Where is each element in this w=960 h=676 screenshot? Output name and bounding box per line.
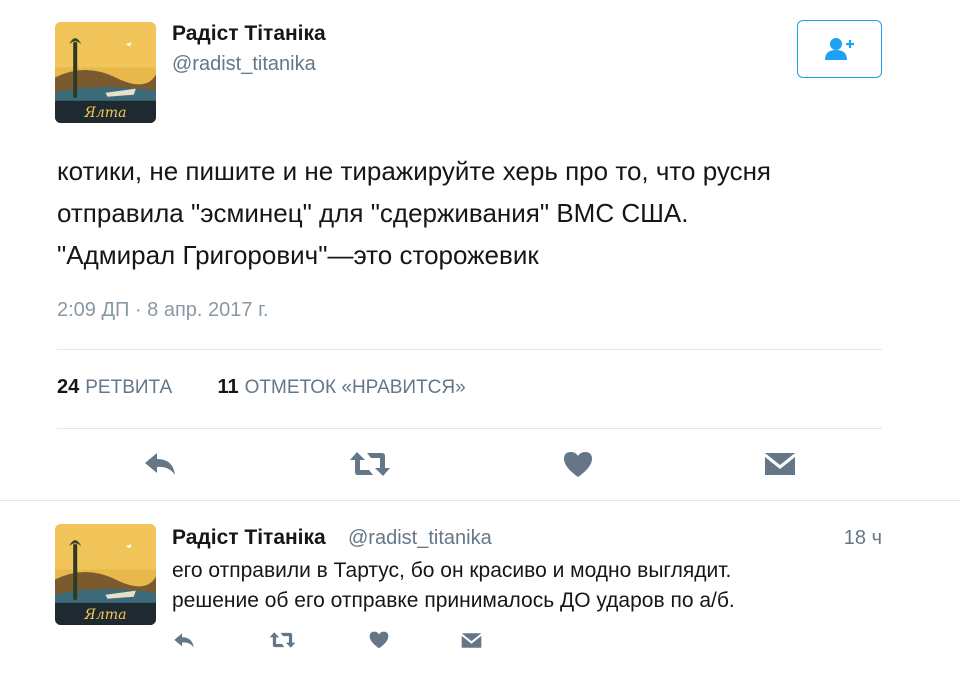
follow-button[interactable]: [797, 20, 882, 78]
reply-icon: [174, 632, 194, 648]
avatar-image: Ялта: [55, 524, 156, 625]
reply-text-line: решение об его отправке принималось ДО у…: [172, 589, 735, 612]
reply-author-name[interactable]: Радіст Тітаніка: [172, 526, 326, 550]
reply-icon: [145, 453, 175, 475]
tweet-timestamp[interactable]: 2:09 ДП · 8 апр. 2017 г.: [57, 299, 269, 322]
reply-retweet-button[interactable]: [266, 628, 298, 652]
avatar-image: Ялта: [55, 22, 156, 123]
svg-text:Ялта: Ялта: [83, 105, 126, 121]
svg-text:Ялта: Ялта: [83, 607, 126, 623]
like-icon: [369, 631, 389, 649]
retweets-label: РЕТВИТА: [85, 377, 173, 398]
divider: [0, 500, 960, 501]
message-icon: [461, 632, 481, 648]
reply-text-line: его отправили в Тартус, бо он красиво и …: [172, 559, 732, 582]
tweet-text-line: "Адмирал Григорович"—это сторожевик: [57, 240, 539, 270]
retweets-stat[interactable]: 24 РЕТВИТА: [57, 376, 172, 399]
likes-label: ОТМЕТОК «НРАВИТСЯ»: [244, 377, 466, 398]
author-name[interactable]: Радіст Тітаніка: [172, 22, 326, 46]
likes-stat[interactable]: 11 ОТМЕТОК «НРАВИТСЯ»: [217, 376, 465, 399]
reply-button[interactable]: [140, 448, 180, 480]
reply-avatar[interactable]: Ялта: [55, 524, 156, 625]
retweet-icon: [269, 632, 295, 648]
add-user-icon: [824, 38, 854, 60]
like-button[interactable]: [560, 448, 596, 480]
tweet-text-line: отправила "эсминец" для "сдерживания" ВМ…: [57, 198, 689, 228]
message-button[interactable]: [762, 448, 798, 480]
reply-timestamp[interactable]: 18 ч: [844, 527, 882, 550]
avatar[interactable]: Ялта: [55, 22, 156, 123]
divider: [57, 349, 882, 350]
likes-count: 11: [217, 376, 239, 398]
tweet-text-line: котики, не пишите и не тиражируйте херь …: [57, 156, 772, 186]
tweet-stats: 24 РЕТВИТА 11 ОТМЕТОК «НРАВИТСЯ»: [57, 376, 506, 399]
message-icon: [765, 453, 795, 475]
reply-author-handle[interactable]: @radist_titanika: [348, 527, 492, 550]
author-handle[interactable]: @radist_titanika: [172, 53, 316, 76]
tweet-text: котики, не пишите и не тиражируйте херь …: [57, 150, 897, 276]
retweet-icon: [350, 452, 390, 476]
reply-message-button[interactable]: [458, 628, 484, 652]
retweet-button[interactable]: [348, 448, 392, 480]
reply-like-button[interactable]: [366, 628, 392, 652]
reply-text: его отправили в Тартус, бо он красиво и …: [172, 556, 735, 616]
retweets-count: 24: [57, 376, 80, 398]
like-icon: [564, 451, 592, 477]
reply-reply-button[interactable]: [170, 628, 198, 652]
divider: [57, 428, 882, 429]
